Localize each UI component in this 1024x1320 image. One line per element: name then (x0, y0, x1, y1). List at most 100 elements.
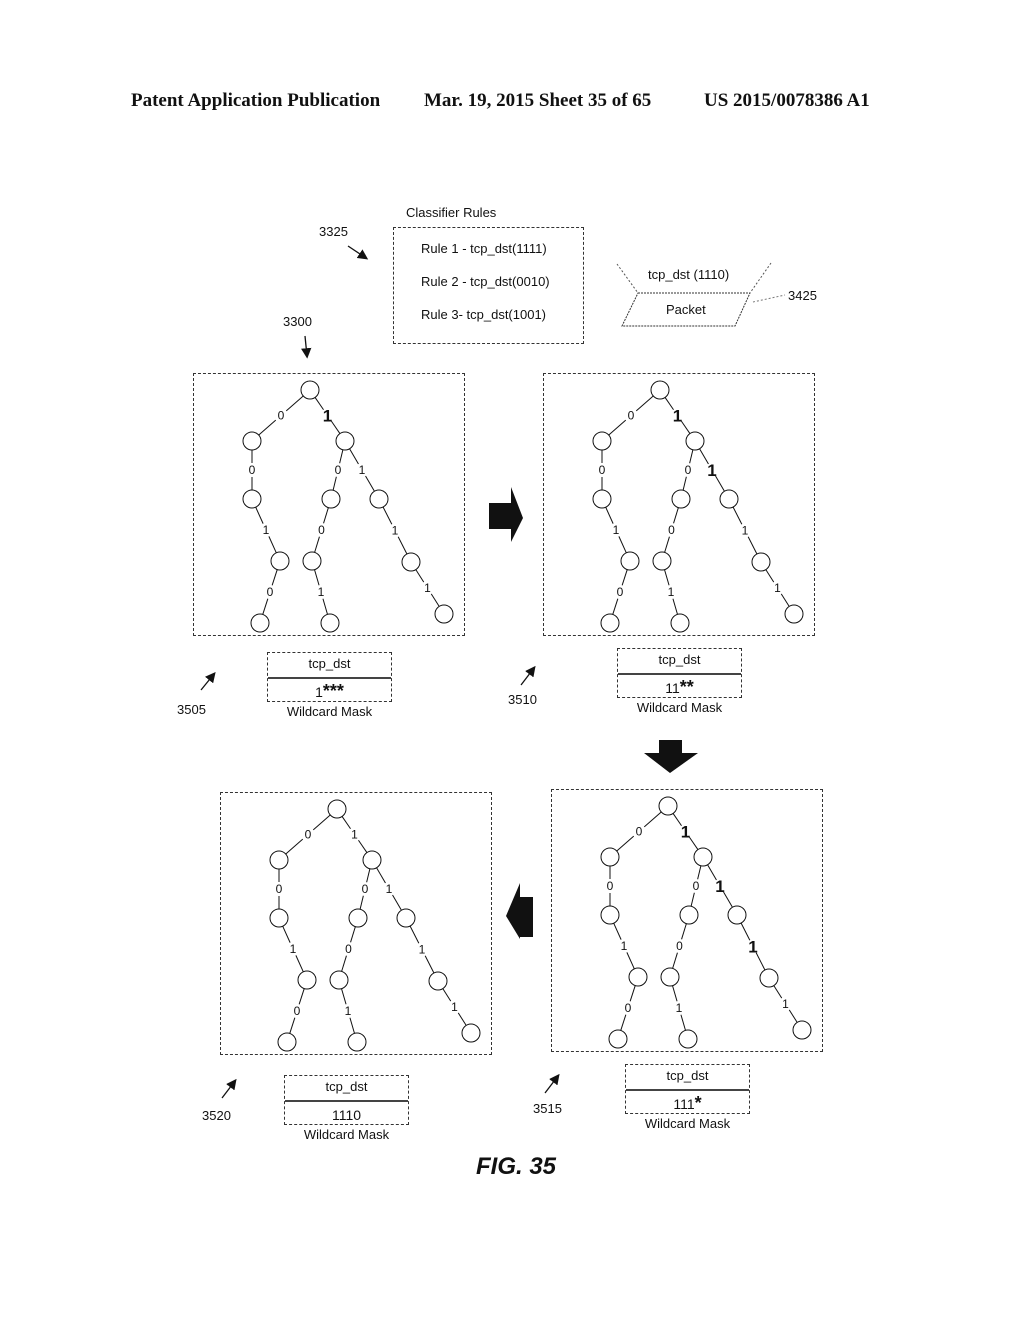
trie-node (401, 552, 421, 572)
trie-edge-bit: 0 (685, 463, 692, 477)
trie-edge-bit: 1 (263, 523, 270, 537)
trie-node (592, 489, 612, 509)
transition-arrow-left (506, 883, 533, 939)
trie-edge (339, 449, 344, 464)
annotation-overlay (200, 245, 786, 1099)
trie-node (347, 1032, 367, 1052)
trie-node (277, 1032, 297, 1052)
trie-edge (376, 867, 386, 884)
trie-edge (672, 985, 678, 1002)
trie-edge (332, 476, 337, 491)
trie-edge-bit: 0 (607, 879, 614, 893)
wildcard-mask-3505: tcp_dst 1*** (267, 652, 392, 702)
trie-edge-bit: 1 (359, 463, 366, 477)
trie-edge-bit-matched: 1 (681, 823, 690, 842)
trie-node (434, 604, 454, 624)
wildcard-mask-3510: tcp_dst 11** (617, 648, 742, 698)
trie-edge (271, 569, 278, 586)
trie-edge (262, 598, 269, 615)
trie-node (685, 431, 705, 451)
trie-node (242, 431, 262, 451)
trie-edge (732, 506, 743, 525)
trie-node (320, 613, 340, 633)
packet-label: Packet (666, 302, 706, 317)
trie-edge-bit: 1 (782, 997, 789, 1011)
ref-3520: 3520 (202, 1108, 231, 1123)
trie-edge (295, 955, 304, 973)
trie-node (759, 968, 779, 988)
trie-edge (366, 868, 371, 883)
trie-edge-bit-matched: 1 (715, 877, 724, 896)
trie-edge (258, 419, 277, 436)
trie-node (269, 850, 289, 870)
rule-3: Rule 3- tcp_dst(1001) (421, 307, 547, 322)
trie-edge (349, 448, 359, 465)
trie-node (329, 970, 349, 990)
tree-panel-3510: 0 1 0 1 0 0 0 1 1 1 1 (543, 373, 815, 636)
trie-edge (255, 506, 264, 524)
trie-edge (621, 569, 628, 586)
mask-wildcards: * (694, 1093, 702, 1113)
trie-edge (605, 506, 614, 524)
trie-edge (341, 955, 347, 972)
trie-edge (349, 1017, 355, 1034)
trie-edge (626, 952, 635, 970)
trie-node (727, 905, 747, 925)
trie-edge (409, 925, 420, 944)
trie-edge (715, 475, 725, 492)
trie-edge-bit: 0 (267, 585, 274, 599)
trie-node (300, 380, 320, 400)
trie-node (327, 799, 347, 819)
rule-1: Rule 1 - tcp_dst(1111) (421, 241, 547, 256)
trie-edge (681, 923, 687, 940)
mask-header: tcp_dst (268, 653, 391, 679)
trie-node (600, 905, 620, 925)
trie-node (321, 489, 341, 509)
trie-edge (415, 569, 425, 583)
classifier-rules-box: Rule 1 - tcp_dst(1111) Rule 2 - tcp_dst(… (393, 227, 584, 344)
trie-edge (672, 952, 678, 969)
trie-node (671, 489, 691, 509)
trie-edge-bit: 0 (345, 942, 352, 956)
figure-label: FIG. 35 (476, 1153, 557, 1180)
trie-edge-bit: 0 (676, 939, 683, 953)
trie-edge (392, 894, 402, 911)
trie-edge (457, 1012, 467, 1026)
trie-edge-bit: 0 (628, 409, 635, 423)
trie-node (693, 847, 713, 867)
trie-node (428, 971, 448, 991)
mask-header: tcp_dst (285, 1076, 408, 1102)
trie-node (678, 1029, 698, 1049)
mask-value: 111* (626, 1091, 749, 1115)
trie-edge (780, 593, 790, 607)
trie-edge (397, 536, 408, 555)
wildcard-mask-3515: tcp_dst 111* (625, 1064, 750, 1114)
trie-node (270, 551, 290, 571)
trie-node (751, 552, 771, 572)
trie-edge-bit: 1 (318, 585, 325, 599)
trie-edge (359, 895, 364, 910)
trie-edge (322, 598, 328, 615)
mask-caption: Wildcard Mask (636, 700, 723, 715)
trie-edge-bit: 1 (345, 1004, 352, 1018)
trie-edge (673, 507, 679, 524)
trie-edge (358, 839, 368, 853)
binary-trie: 0 1 0 1 0 0 0 1 1 1 1 (242, 380, 454, 633)
trie-node (784, 604, 804, 624)
trie-edge (613, 922, 622, 940)
trie-node (650, 380, 670, 400)
ref-3510: 3510 (508, 692, 537, 707)
trie-node (608, 1029, 628, 1049)
ref-3300: 3300 (283, 314, 312, 329)
trie-edge-bit-matched: 1 (748, 938, 757, 957)
ref-arrow-3505 (200, 671, 216, 691)
mask-wildcards: *** (322, 681, 344, 701)
trie-edge (285, 838, 304, 855)
trie-edge (618, 536, 627, 554)
trie-node (679, 905, 699, 925)
trie-edge (350, 926, 356, 943)
mask-header: tcp_dst (618, 649, 741, 675)
ref-3325: 3325 (319, 224, 348, 239)
mask-value: 1*** (268, 679, 391, 703)
trie-edge (680, 1014, 686, 1031)
